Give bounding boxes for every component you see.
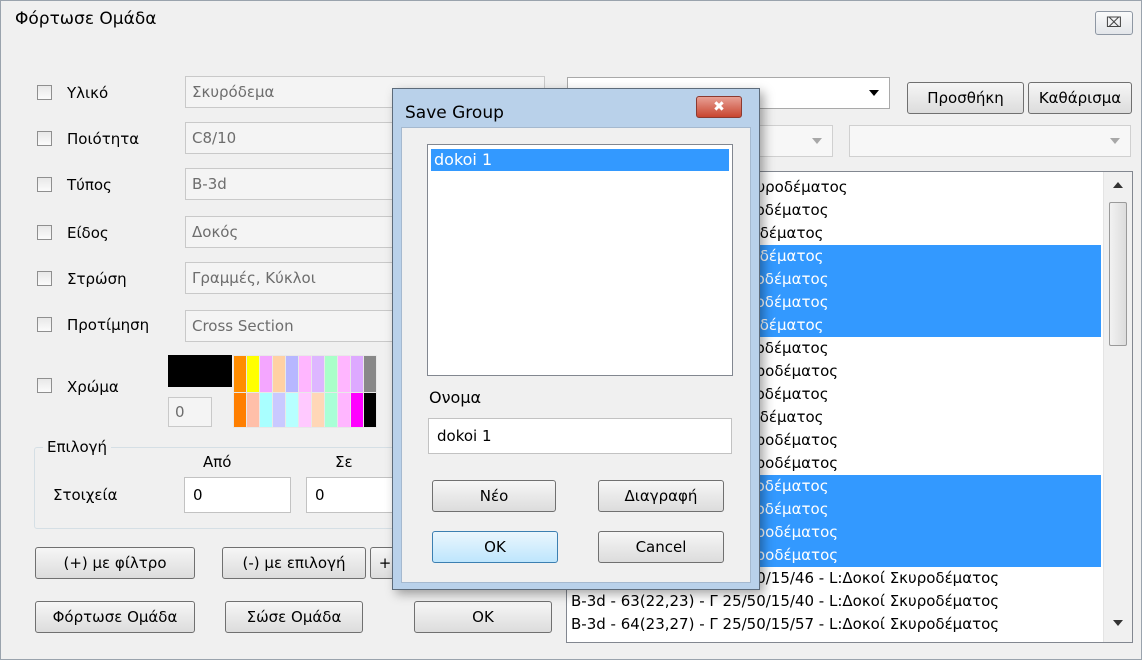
color-checkbox[interactable] (37, 378, 52, 393)
dialog-cancel-button[interactable]: Cancel (598, 531, 724, 563)
layer-checkbox[interactable] (37, 271, 52, 286)
current-color-swatch[interactable] (168, 355, 232, 387)
color-swatch[interactable] (350, 392, 364, 428)
color-swatch[interactable] (363, 392, 377, 428)
color-swatch[interactable] (311, 355, 325, 393)
color-swatch[interactable] (350, 355, 364, 393)
load-group-window: Φόρτωσε Ομάδα ⌧ Υλικό Σκυρόδεμα Ποιότητα… (0, 0, 1142, 660)
save-group-button[interactable]: Σώσε Ομάδα (225, 601, 363, 633)
chevron-down-icon (869, 90, 879, 96)
group-item[interactable]: dokoi 1 (431, 149, 729, 171)
color-swatch[interactable] (363, 355, 377, 393)
name-label: Ονομα (429, 388, 482, 407)
from-input[interactable]: 0 (184, 477, 291, 513)
new-button[interactable]: Νέο (432, 480, 556, 512)
ok-button[interactable]: OK (414, 601, 552, 633)
color-swatch[interactable] (246, 355, 260, 393)
add-button[interactable]: Προσθήκη (907, 82, 1024, 114)
scroll-up-icon[interactable] (1113, 182, 1123, 188)
color-swatch[interactable] (298, 392, 312, 428)
list-scrollbar[interactable] (1103, 172, 1132, 642)
quality-checkbox[interactable] (37, 131, 52, 146)
dialog-close-icon[interactable]: ✖ (696, 96, 742, 118)
kind-label: Είδος (67, 224, 109, 242)
color-swatch[interactable] (298, 355, 312, 393)
add-with-filter-button[interactable]: (+) με φίλτρο (35, 547, 195, 579)
load-group-button[interactable]: Φόρτωσε Ομάδα (35, 601, 195, 633)
material-label: Υλικό (67, 84, 109, 102)
delete-button[interactable]: Διαγραφή (598, 480, 724, 512)
close-icon[interactable]: ⌧ (1095, 11, 1133, 35)
color-swatch[interactable] (324, 392, 338, 428)
color-swatch[interactable] (285, 392, 299, 428)
clear-button[interactable]: Καθάρισμα (1028, 82, 1132, 114)
list-item[interactable]: B-3d - 64(23,27) - Γ 25/50/15/57 - L:Δοκ… (567, 613, 1101, 636)
type-checkbox[interactable] (37, 177, 52, 192)
color-index-field[interactable]: 0 (168, 397, 212, 427)
scroll-thumb[interactable] (1109, 202, 1127, 346)
color-label: Χρώμα (67, 378, 119, 396)
name-input[interactable]: dokoi 1 (428, 418, 732, 454)
color-swatch[interactable] (246, 392, 260, 428)
to-input[interactable]: 0 (306, 477, 396, 513)
color-swatch[interactable] (259, 355, 273, 393)
title-bar: Φόρτωσε Ομάδα ⌧ (1, 1, 1141, 43)
color-swatch[interactable] (272, 392, 286, 428)
selection-group-label: Επιλογή (43, 438, 112, 456)
remove-with-selection-button[interactable]: (-) με επιλογή (222, 547, 366, 579)
to-label: Σε (335, 453, 353, 471)
color-swatch[interactable] (337, 392, 351, 428)
color-swatch[interactable] (337, 355, 351, 393)
kind-checkbox[interactable] (37, 225, 52, 240)
scroll-down-icon[interactable] (1113, 620, 1123, 626)
preference-label: Προτίμηση (67, 316, 150, 334)
dialog-title: Save Group (405, 103, 504, 123)
quality-label: Ποιότητα (67, 130, 140, 148)
list-item[interactable]: B-3d - 63(22,23) - Γ 25/50/15/40 - L:Δοκ… (567, 590, 1101, 613)
chevron-down-icon (1110, 138, 1120, 144)
filter-select-2[interactable] (849, 125, 1131, 157)
layer-label: Στρώση (67, 270, 127, 288)
material-checkbox[interactable] (37, 85, 52, 100)
save-group-dialog: Save Group ✖ dokoi 1 Ονομα dokoi 1 Νέο Δ… (392, 88, 760, 590)
color-swatch[interactable] (259, 392, 273, 428)
color-swatch[interactable] (233, 392, 247, 428)
type-label: Τύπος (67, 176, 112, 194)
preference-checkbox[interactable] (37, 317, 52, 332)
chevron-down-icon (812, 138, 822, 144)
dialog-body: dokoi 1 Ονομα dokoi 1 Νέο Διαγραφή OK Ca… (401, 127, 751, 583)
groups-list[interactable]: dokoi 1 (427, 144, 733, 376)
window-title: Φόρτωσε Ομάδα (15, 9, 157, 29)
color-swatch[interactable] (285, 355, 299, 393)
color-swatch[interactable] (324, 355, 338, 393)
color-swatch[interactable] (233, 355, 247, 393)
from-label: Από (203, 453, 232, 471)
color-swatch[interactable] (311, 392, 325, 428)
dialog-ok-button[interactable]: OK (432, 531, 558, 563)
color-swatch[interactable] (272, 355, 286, 393)
items-label: Στοιχεία (53, 486, 118, 504)
